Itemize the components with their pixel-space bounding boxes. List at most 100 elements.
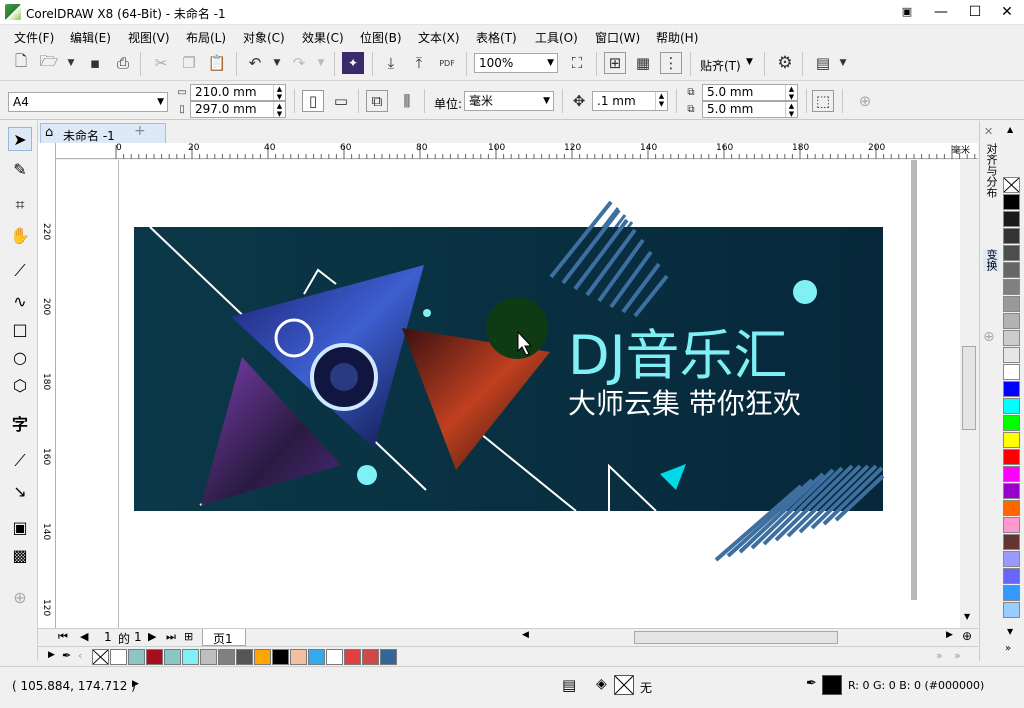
no-color-swatch[interactable] — [1003, 177, 1020, 193]
duplicate-distance-y-field[interactable]: 5.0 mm ▲ ▼ — [702, 101, 798, 118]
outline-pen-icon[interactable]: ✒ — [806, 676, 817, 691]
shape-tool-icon[interactable]: ✎ — [8, 157, 32, 181]
landscape-icon[interactable]: ▭ — [330, 90, 352, 112]
full-screen-icon[interactable]: ⛶ — [566, 52, 588, 74]
close-button[interactable]: ✕ — [990, 0, 1024, 25]
chevron-down-icon[interactable]: ▼ — [157, 93, 164, 111]
save-icon[interactable]: ▪ — [84, 52, 106, 74]
page-width-field[interactable]: 210.0 mm ▲ ▼ — [190, 84, 286, 101]
search-content-icon[interactable]: ✦ — [342, 52, 364, 74]
docker-tab-align[interactable]: 对齐与分布 — [983, 143, 999, 198]
redo-dropdown-icon[interactable]: ▼ — [310, 52, 332, 74]
print-icon[interactable]: ⎙ — [112, 52, 134, 74]
palette-menu-icon[interactable]: ▶ — [48, 650, 55, 660]
page-border-icon[interactable]: ⬚ — [812, 90, 834, 112]
current-page-icon[interactable]: ⫼ — [396, 90, 418, 112]
palette-expand-icon[interactable]: » — [954, 649, 961, 662]
eyedropper-icon[interactable]: ✒ — [62, 649, 71, 662]
connector-tool-icon[interactable]: ↘ — [8, 479, 32, 503]
ellipse-tool-icon[interactable]: ○ — [8, 345, 32, 369]
menu-layout[interactable]: 布局(L) — [186, 29, 226, 46]
palette-scroll-down-icon[interactable]: ▼ — [1007, 627, 1013, 636]
chevron-down-icon[interactable]: ▼ — [832, 52, 854, 74]
open-folder-icon[interactable]: 🗁 — [38, 52, 60, 74]
color-proof-icon[interactable]: ▤ — [562, 676, 576, 694]
color-swatch[interactable] — [1003, 398, 1020, 414]
parallel-dimension-icon[interactable]: ⟋ — [8, 449, 32, 473]
prev-page-icon[interactable]: ◀ — [80, 630, 88, 643]
text-tool-icon[interactable]: 字 — [8, 411, 32, 435]
color-swatch[interactable] — [290, 649, 307, 665]
horizontal-ruler[interactable]: 0 20 40 60 80 100 120 140 160 180 200 毫米 — [56, 143, 978, 159]
units-select[interactable]: 毫米 ▼ — [464, 91, 554, 111]
color-swatch[interactable] — [308, 649, 325, 665]
menu-view[interactable]: 视图(V) — [128, 29, 170, 46]
add-docker-icon[interactable]: ⊕ — [983, 329, 995, 345]
color-swatch[interactable] — [1003, 534, 1020, 550]
vertical-ruler[interactable]: 220 200 180 160 140 120 — [38, 143, 56, 628]
color-swatch[interactable] — [1003, 211, 1020, 227]
open-dropdown-icon[interactable]: ▼ — [60, 52, 82, 74]
cut-icon[interactable]: ✂ — [150, 52, 172, 74]
color-swatch[interactable] — [218, 649, 235, 665]
chevron-down-icon[interactable]: ▼ — [547, 54, 554, 72]
minimize-button[interactable]: — — [924, 0, 958, 25]
rectangle-tool-icon[interactable]: □ — [8, 317, 32, 341]
color-swatch[interactable] — [1003, 381, 1020, 397]
color-swatch[interactable] — [236, 649, 253, 665]
palette-scroll-left-icon[interactable]: ‹ — [78, 649, 82, 662]
dup-y-spinner[interactable]: ▲ ▼ — [785, 102, 797, 118]
scroll-down-icon[interactable]: ▼ — [964, 612, 970, 621]
freehand-tool-icon[interactable]: ⟋ — [8, 259, 32, 283]
pick-tool-icon[interactable]: ➤ — [8, 127, 32, 151]
color-swatch[interactable] — [1003, 245, 1020, 261]
show-grid-icon[interactable]: ▦ — [632, 52, 654, 74]
color-swatch[interactable] — [182, 649, 199, 665]
color-swatch[interactable] — [1003, 279, 1020, 295]
close-docker-icon[interactable]: ✕ — [984, 125, 993, 138]
chevron-down-icon[interactable]: ▼ — [543, 92, 550, 110]
portrait-icon[interactable]: ▯ — [302, 90, 324, 112]
help-profile-icon[interactable]: ▣ — [890, 0, 924, 25]
menu-tools[interactable]: 工具(O) — [535, 29, 578, 46]
color-swatch[interactable] — [1003, 415, 1020, 431]
publish-pdf-icon[interactable]: PDF — [436, 52, 458, 74]
menu-table[interactable]: 表格(T) — [476, 29, 517, 46]
color-swatch[interactable] — [146, 649, 163, 665]
color-swatch[interactable] — [254, 649, 271, 665]
drop-shadow-icon[interactable]: ▣ — [8, 515, 32, 539]
undo-dropdown-icon[interactable]: ▼ — [266, 52, 288, 74]
docker-tab-transform[interactable]: 变换 — [983, 249, 999, 271]
outline-color-swatch[interactable] — [822, 675, 842, 695]
import-icon[interactable]: ⤓ — [380, 52, 402, 74]
banner-headline[interactable]: DJ音乐汇 — [568, 324, 788, 387]
color-swatch[interactable] — [1003, 517, 1020, 533]
status-menu-icon[interactable]: ▶ — [132, 679, 139, 689]
fill-none-swatch[interactable] — [614, 675, 634, 695]
dup-x-spinner[interactable]: ▲ ▼ — [785, 85, 797, 101]
width-spinner[interactable]: ▲ ▼ — [273, 85, 285, 101]
color-swatch[interactable] — [1003, 568, 1020, 584]
all-pages-icon[interactable]: ⧉ — [366, 90, 388, 112]
color-swatch[interactable] — [1003, 347, 1020, 363]
color-swatch[interactable] — [1003, 500, 1020, 516]
artistic-media-icon[interactable]: ∿ — [8, 289, 32, 313]
snap-to-dropdown[interactable]: 贴齐(T) — [700, 57, 741, 74]
polygon-tool-icon[interactable]: ⬡ — [8, 373, 32, 397]
application-launcher-icon[interactable]: ▤ — [812, 52, 834, 74]
color-swatch[interactable] — [1003, 262, 1020, 278]
menu-window[interactable]: 窗口(W) — [595, 29, 640, 46]
height-spinner[interactable]: ▲ ▼ — [273, 102, 285, 118]
color-swatch[interactable] — [1003, 194, 1020, 210]
color-swatch[interactable] — [1003, 330, 1020, 346]
add-icon[interactable]: ⊕ — [854, 90, 876, 112]
color-swatch[interactable] — [200, 649, 217, 665]
menu-file[interactable]: 文件(F) — [14, 29, 54, 46]
no-color-swatch[interactable] — [92, 649, 109, 665]
menu-effects[interactable]: 效果(C) — [302, 29, 344, 46]
page-tab[interactable]: 页1 — [202, 629, 246, 646]
show-rulers-icon[interactable]: ⊞ — [604, 52, 626, 74]
duplicate-distance-x-field[interactable]: 5.0 mm ▲ ▼ — [702, 84, 798, 101]
zoom-level-field[interactable]: 100% ▼ — [474, 53, 558, 73]
crop-tool-icon[interactable]: ⌗ — [8, 193, 32, 217]
